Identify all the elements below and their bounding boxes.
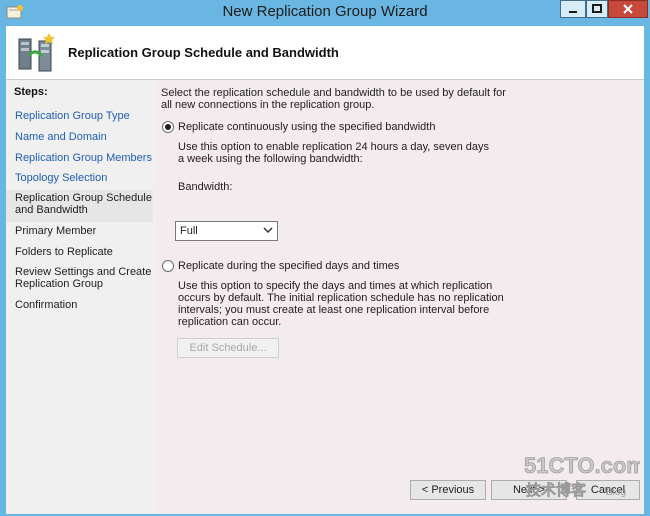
continuous-replication-description: Use this option to enable replication 24… xyxy=(178,141,490,165)
step-folders-to-replicate: Folders to Replicate xyxy=(15,246,113,258)
maximize-button[interactable] xyxy=(586,0,608,18)
intro-text: Select the replication schedule and band… xyxy=(161,87,506,111)
scheduled-replication-radio[interactable] xyxy=(162,260,174,272)
wizard-header: Replication Group Schedule and Bandwidth xyxy=(6,26,644,80)
steps-panel: Steps: Replication Group Type Name and D… xyxy=(6,81,156,514)
watermark-brand: 51CTO.com xyxy=(524,453,640,478)
minimize-icon xyxy=(569,11,577,13)
wizard-client: Replication Group Schedule and Bandwidth… xyxy=(6,26,644,514)
replication-servers-icon xyxy=(18,33,55,72)
content-panel: Select the replication schedule and band… xyxy=(156,81,644,473)
maximize-icon xyxy=(592,4,602,13)
continuous-replication-label[interactable]: Replicate continuously using the specifi… xyxy=(178,121,435,133)
step-name-and-domain[interactable]: Name and Domain xyxy=(6,129,153,145)
step-review-settings: Review Settings and Create Replication G… xyxy=(15,266,152,290)
step-primary-member: Primary Member xyxy=(15,225,97,237)
site-watermark: 51CTO.com 技术博客 Blog xyxy=(524,453,640,500)
minimize-button[interactable] xyxy=(560,0,586,18)
bandwidth-label: Bandwidth: xyxy=(178,181,233,193)
wizard-window: New Replication Group Wizard Replication… xyxy=(0,0,650,516)
title-bar[interactable]: New Replication Group Wizard xyxy=(0,0,650,26)
continuous-replication-radio[interactable] xyxy=(162,121,174,133)
watermark-subtitle: 技术博客 xyxy=(526,481,587,499)
chevron-down-icon xyxy=(263,227,273,234)
window-title: New Replication Group Wizard xyxy=(222,3,428,20)
close-button[interactable] xyxy=(608,0,648,18)
step-confirmation: Confirmation xyxy=(15,299,78,311)
previous-button[interactable]: < Previous xyxy=(410,480,486,500)
bandwidth-select[interactable]: Full xyxy=(175,221,278,241)
scheduled-replication-description: Use this option to specify the days and … xyxy=(178,280,504,328)
step-schedule-and-bandwidth: Replication Group Schedule and Bandwidth xyxy=(6,190,153,222)
bandwidth-value: Full xyxy=(180,225,198,237)
step-replication-group-type[interactable]: Replication Group Type xyxy=(6,108,153,124)
scheduled-replication-label[interactable]: Replicate during the specified days and … xyxy=(178,260,399,272)
page-title: Replication Group Schedule and Bandwidth xyxy=(68,45,339,60)
edit-schedule-button[interactable]: Edit Schedule... xyxy=(177,338,279,358)
close-icon xyxy=(623,4,633,14)
step-replication-group-members[interactable]: Replication Group Members xyxy=(6,150,153,166)
watermark-blog: Blog xyxy=(606,487,626,498)
steps-heading: Steps: xyxy=(14,86,48,98)
step-topology-selection[interactable]: Topology Selection xyxy=(6,170,153,186)
